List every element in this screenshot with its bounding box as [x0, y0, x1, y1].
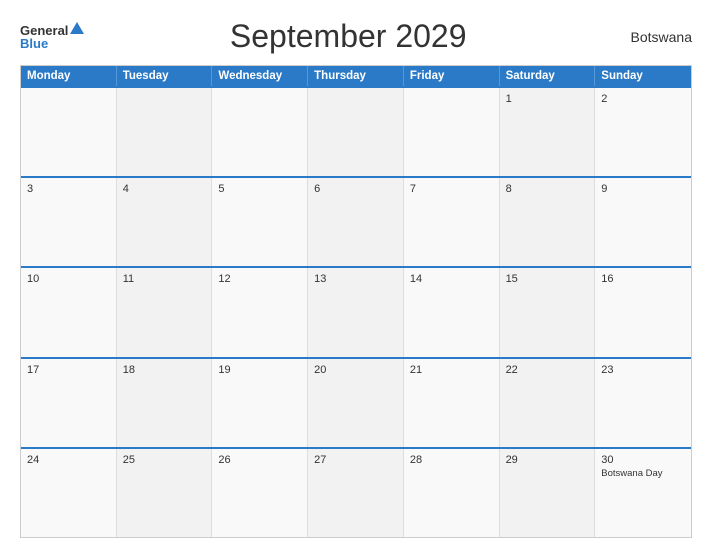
day-number: 27 — [314, 454, 397, 466]
day-cell-sep-20: 20 — [308, 359, 404, 447]
week-row-2: 3 4 5 6 7 8 9 — [21, 176, 691, 266]
logo: General Blue — [20, 24, 84, 50]
day-number: 28 — [410, 454, 493, 466]
calendar-grid: Monday Tuesday Wednesday Thursday Friday… — [20, 65, 692, 538]
day-number: 6 — [314, 183, 397, 195]
day-cell-sep-12: 12 — [212, 268, 308, 356]
header-sunday: Sunday — [595, 66, 691, 86]
country-label: Botswana — [612, 29, 692, 45]
day-number: 13 — [314, 273, 397, 285]
day-cell-sep-25: 25 — [117, 449, 213, 537]
day-cell-sep-3: 3 — [21, 178, 117, 266]
day-cell-sep-1: 1 — [500, 88, 596, 176]
day-cell-sep-24: 24 — [21, 449, 117, 537]
calendar-title: September 2029 — [84, 18, 612, 55]
logo-blue-text: Blue — [20, 37, 48, 50]
day-cell-sep-5: 5 — [212, 178, 308, 266]
day-number: 15 — [506, 273, 589, 285]
day-number: 1 — [506, 93, 589, 105]
day-cell-sep-2: 2 — [595, 88, 691, 176]
day-cell-empty-3 — [212, 88, 308, 176]
header-thursday: Thursday — [308, 66, 404, 86]
day-number: 21 — [410, 364, 493, 376]
day-number: 30 — [601, 454, 685, 466]
day-cell-sep-28: 28 — [404, 449, 500, 537]
day-cell-sep-10: 10 — [21, 268, 117, 356]
week-row-3: 10 11 12 13 14 15 16 — [21, 266, 691, 356]
day-cell-sep-6: 6 — [308, 178, 404, 266]
day-number: 14 — [410, 273, 493, 285]
day-cell-sep-29: 29 — [500, 449, 596, 537]
day-cell-sep-8: 8 — [500, 178, 596, 266]
day-cell-sep-17: 17 — [21, 359, 117, 447]
day-number: 9 — [601, 183, 685, 195]
day-number: 17 — [27, 364, 110, 376]
day-number: 3 — [27, 183, 110, 195]
day-number: 24 — [27, 454, 110, 466]
day-number: 25 — [123, 454, 206, 466]
week-row-1: 1 2 — [21, 86, 691, 176]
day-number: 23 — [601, 364, 685, 376]
calendar-page: General Blue September 2029 Botswana Mon… — [0, 0, 712, 550]
day-cell-empty-5 — [404, 88, 500, 176]
day-number: 12 — [218, 273, 301, 285]
week-row-4: 17 18 19 20 21 22 23 — [21, 357, 691, 447]
day-cell-sep-11: 11 — [117, 268, 213, 356]
day-cell-empty-4 — [308, 88, 404, 176]
weeks-container: 1 2 3 4 5 6 — [21, 86, 691, 537]
day-number: 20 — [314, 364, 397, 376]
day-cell-sep-26: 26 — [212, 449, 308, 537]
day-cell-sep-15: 15 — [500, 268, 596, 356]
header-saturday: Saturday — [500, 66, 596, 86]
day-headers-row: Monday Tuesday Wednesday Thursday Friday… — [21, 66, 691, 86]
day-cell-sep-14: 14 — [404, 268, 500, 356]
day-cell-sep-23: 23 — [595, 359, 691, 447]
day-number: 10 — [27, 273, 110, 285]
day-cell-empty-2 — [117, 88, 213, 176]
day-number: 8 — [506, 183, 589, 195]
header: General Blue September 2029 Botswana — [20, 18, 692, 55]
week-row-5: 24 25 26 27 28 29 30 B — [21, 447, 691, 537]
day-number: 11 — [123, 273, 206, 285]
day-number: 26 — [218, 454, 301, 466]
header-monday: Monday — [21, 66, 117, 86]
header-wednesday: Wednesday — [212, 66, 308, 86]
logo-general-text: General — [20, 24, 68, 37]
day-cell-sep-22: 22 — [500, 359, 596, 447]
header-tuesday: Tuesday — [117, 66, 213, 86]
day-cell-sep-21: 21 — [404, 359, 500, 447]
logo-triangle-icon — [70, 22, 84, 34]
day-number: 19 — [218, 364, 301, 376]
botswana-day-event: Botswana Day — [601, 468, 685, 479]
day-number: 22 — [506, 364, 589, 376]
day-cell-sep-19: 19 — [212, 359, 308, 447]
day-cell-sep-16: 16 — [595, 268, 691, 356]
day-cell-sep-18: 18 — [117, 359, 213, 447]
day-number: 18 — [123, 364, 206, 376]
day-cell-sep-13: 13 — [308, 268, 404, 356]
day-cell-sep-4: 4 — [117, 178, 213, 266]
day-number: 7 — [410, 183, 493, 195]
day-number: 16 — [601, 273, 685, 285]
day-cell-sep-9: 9 — [595, 178, 691, 266]
day-cell-sep-30: 30 Botswana Day — [595, 449, 691, 537]
day-number: 4 — [123, 183, 206, 195]
day-cell-sep-27: 27 — [308, 449, 404, 537]
day-cell-sep-7: 7 — [404, 178, 500, 266]
day-number: 2 — [601, 93, 685, 105]
day-number: 29 — [506, 454, 589, 466]
day-number: 5 — [218, 183, 301, 195]
day-cell-empty-1 — [21, 88, 117, 176]
header-friday: Friday — [404, 66, 500, 86]
